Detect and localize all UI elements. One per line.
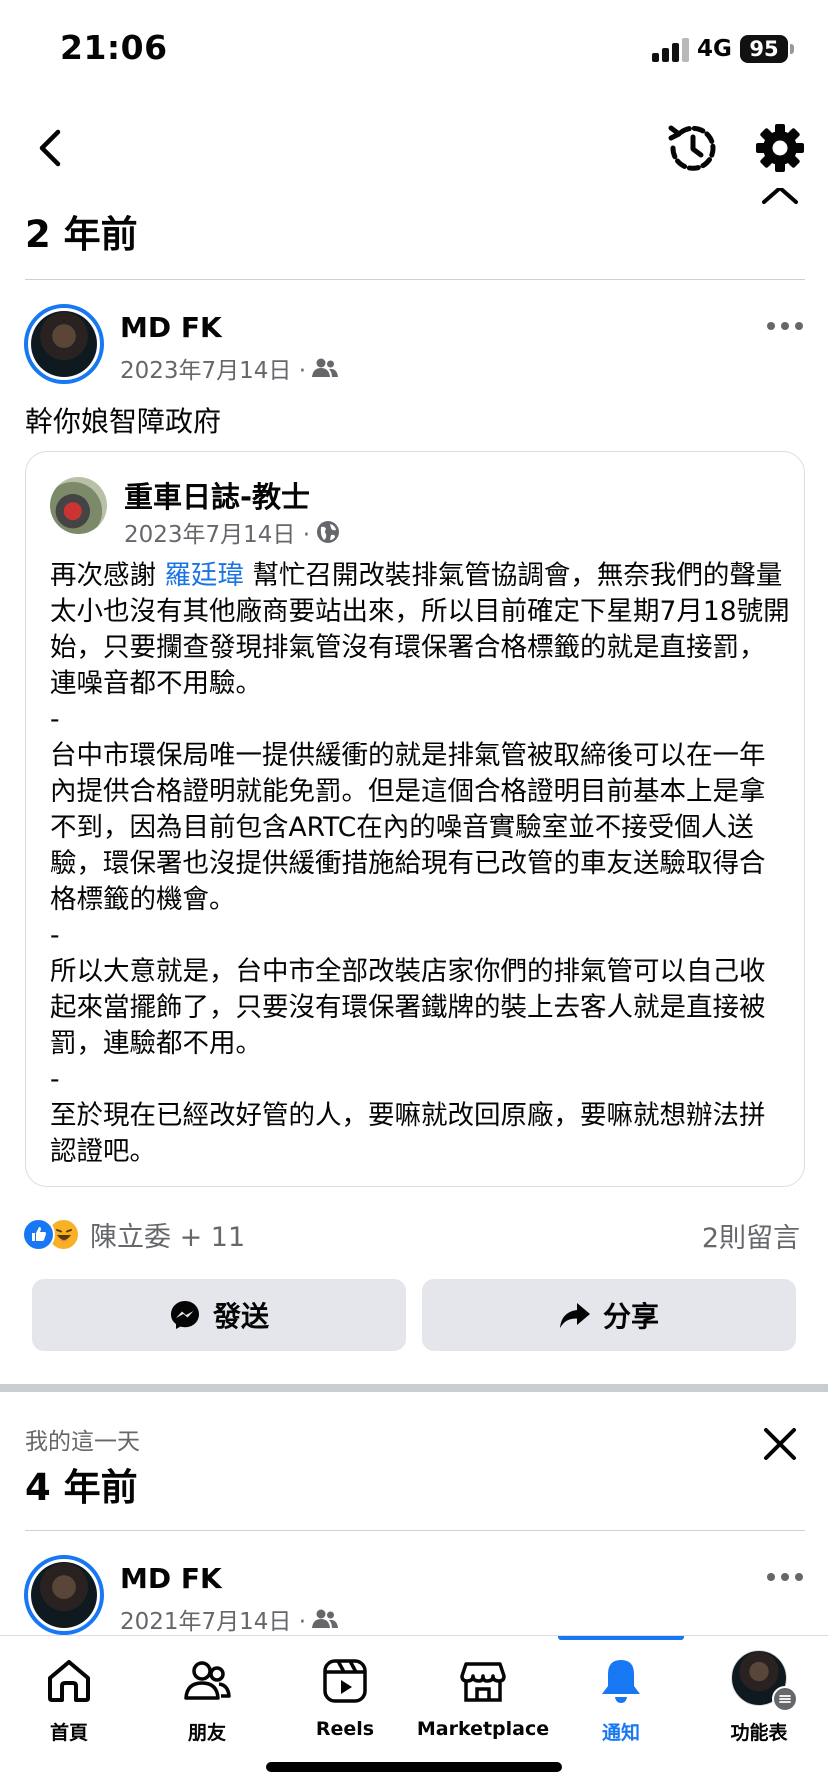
- signal-icon: [652, 38, 690, 62]
- friends-icon: [184, 1661, 231, 1700]
- shared-post-date: 2023年7月14日 ·: [124, 522, 311, 548]
- friends-icon: [312, 358, 339, 377]
- battery-icon: 95: [740, 35, 788, 63]
- back-button[interactable]: [28, 118, 78, 178]
- reactors-text: 陳立委 + 11: [90, 1221, 246, 1253]
- home-indicator: [266, 1762, 562, 1772]
- globe-icon: [317, 521, 340, 543]
- shared-post-card[interactable]: 重車日誌-教士 2023年7月14日 · 再次感謝 羅廷瑋 幫忙召開改裝排氣管協…: [25, 451, 805, 1187]
- more-dots-icon: [767, 1573, 803, 1581]
- send-label: 發送: [212, 1300, 269, 1333]
- shared-author-avatar[interactable]: [50, 477, 107, 534]
- bell-icon: [602, 1660, 640, 1703]
- nav-marketplace[interactable]: Marketplace: [414, 1636, 552, 1756]
- history-button[interactable]: [663, 118, 721, 178]
- network-type: 4G: [697, 36, 732, 62]
- memory-label: 我的這一天: [25, 1429, 140, 1455]
- history-icon: [668, 125, 716, 171]
- reactions-summary[interactable]: 陳立委 + 11: [22, 1216, 246, 1253]
- nav-label: 功能表: [730, 1722, 788, 1744]
- close-button[interactable]: [758, 1422, 802, 1466]
- section-title: 4 年前: [25, 1466, 138, 1509]
- home-icon: [48, 1660, 90, 1702]
- post-meta: 2023年7月14日 ·: [120, 351, 339, 385]
- more-dots-icon: [767, 322, 803, 330]
- shared-author-name[interactable]: 重車日誌-教士: [124, 474, 310, 516]
- status-time: 21:06: [60, 28, 168, 67]
- mention-link[interactable]: 羅廷瑋: [164, 560, 244, 591]
- reels-icon: [323, 1659, 367, 1703]
- battery-tip: [790, 44, 794, 54]
- more-options-button[interactable]: [763, 314, 807, 338]
- gear-icon: [756, 124, 804, 172]
- nav-notifications[interactable]: 通知: [552, 1636, 690, 1756]
- menu-lines-icon: [772, 1686, 798, 1712]
- nav-menu[interactable]: 功能表: [690, 1636, 828, 1756]
- author-name[interactable]: MD FK: [120, 1562, 222, 1595]
- author-name[interactable]: MD FK: [120, 311, 222, 344]
- author-avatar[interactable]: [24, 304, 104, 384]
- post-meta: 2021年7月14日 ·: [120, 1602, 339, 1636]
- top-bar: [0, 100, 828, 200]
- nav-home[interactable]: 首頁: [0, 1636, 138, 1756]
- more-options-button[interactable]: [763, 1565, 807, 1589]
- section-title: 2 年前: [25, 213, 138, 256]
- status-bar: 21:06 4G 95: [0, 0, 828, 100]
- chevron-left-icon: [39, 129, 61, 167]
- post-date: 2021年7月14日 ·: [120, 1609, 307, 1635]
- friends-icon: [312, 1609, 339, 1628]
- settings-button[interactable]: [752, 118, 808, 178]
- section-separator: [0, 1384, 828, 1392]
- marketplace-icon: [460, 1662, 506, 1702]
- messenger-icon: [170, 1301, 199, 1329]
- divider: [25, 279, 805, 280]
- nav-label: Marketplace: [416, 1718, 550, 1740]
- like-icon: [22, 1217, 55, 1251]
- nav-label: 通知: [601, 1722, 640, 1744]
- share-arrow-icon: [559, 1303, 590, 1328]
- nav-label: Reels: [315, 1718, 375, 1740]
- comments-count[interactable]: 2則留言: [702, 1216, 800, 1255]
- post-date: 2023年7月14日 ·: [120, 358, 307, 384]
- collapse-chevron-icon[interactable]: [760, 188, 800, 208]
- close-icon: [764, 1428, 796, 1460]
- author-avatar[interactable]: [24, 1555, 104, 1635]
- nav-label: 首頁: [49, 1722, 88, 1744]
- divider: [25, 1530, 805, 1531]
- nav-reels[interactable]: Reels: [276, 1636, 414, 1756]
- post-text: 幹你娘智障政府: [25, 405, 222, 438]
- share-button[interactable]: 分享: [422, 1279, 796, 1351]
- share-label: 分享: [602, 1300, 659, 1333]
- shared-post-body: 再次感謝 羅廷瑋 幫忙召開改裝排氣管協調會，無奈我們的聲量太小也沒有其他廠商要站…: [50, 560, 790, 1167]
- nav-friends[interactable]: 朋友: [138, 1636, 276, 1756]
- nav-label: 朋友: [187, 1722, 226, 1744]
- send-button[interactable]: 發送: [32, 1279, 406, 1351]
- shared-post-meta: 2023年7月14日 ·: [124, 515, 340, 549]
